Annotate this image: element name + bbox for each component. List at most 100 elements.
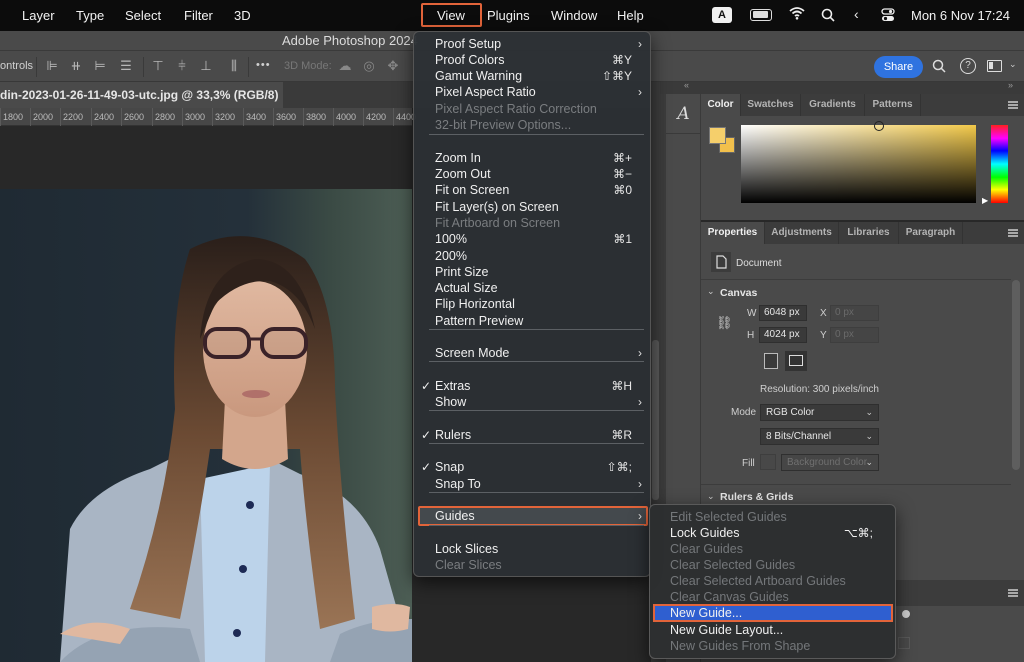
chevron-down-icon[interactable]: ⌄ xyxy=(1009,59,1017,70)
menu-help[interactable]: Help xyxy=(617,0,644,31)
bit-depth-select[interactable]: 8 Bits/Channel ⌄ xyxy=(760,428,879,445)
battery-charging-icon[interactable] xyxy=(750,9,772,21)
view-menu-item-fit-layer-s-on-screen[interactable]: Fit Layer(s) on Screen xyxy=(414,199,652,215)
3d-pan-icon[interactable]: ✥ xyxy=(385,58,401,74)
view-menu-item-extras[interactable]: ✓ Extras ⌘H xyxy=(414,378,652,394)
canvas-scrollbar[interactable] xyxy=(652,340,659,500)
align-left-edges-icon[interactable]: ⊫ xyxy=(44,58,60,74)
tab-patterns[interactable]: Patterns xyxy=(865,94,921,116)
view-menu-item-zoom-out[interactable]: Zoom Out ⌘− xyxy=(414,166,652,182)
view-menu-item-snap-to[interactable]: Snap To › xyxy=(414,476,652,492)
height-input[interactable]: 4024 px xyxy=(759,327,807,343)
align-right-edges-icon[interactable]: ⊨ xyxy=(92,58,108,74)
view-menu-item-lock-slices[interactable]: Lock Slices xyxy=(414,541,652,557)
chevron-down-icon[interactable]: ⌄ xyxy=(707,286,715,297)
3d-orbit-icon[interactable]: ☁ xyxy=(337,58,353,74)
distribute-icon[interactable]: ☰ xyxy=(118,58,134,74)
guides-menu-item-new-guide-layout[interactable]: New Guide Layout... xyxy=(650,622,897,638)
fill-color-swatch[interactable] xyxy=(760,454,776,470)
chevron-down-icon[interactable]: ⌄ xyxy=(707,491,715,502)
share-button[interactable]: Share xyxy=(874,56,923,78)
panel-menu-icon[interactable] xyxy=(1008,101,1018,109)
view-menu-item-guides[interactable]: Guides › xyxy=(414,508,652,524)
menubar-clock[interactable]: Mon 6 Nov 17:24 xyxy=(911,0,1010,31)
view-menu-item-show[interactable]: Show › xyxy=(414,394,652,410)
view-menu-item-proof-colors[interactable]: Proof Colors ⌘Y xyxy=(414,52,652,68)
hue-slider-pointer[interactable]: ▶ xyxy=(982,196,988,205)
align-top-edges-icon[interactable]: ⊤ xyxy=(150,58,166,74)
y-input[interactable]: 0 px xyxy=(830,327,879,343)
tab-adjustments[interactable]: Adjustments xyxy=(765,222,839,244)
panel-menu-icon[interactable] xyxy=(1008,589,1018,597)
tab-gradients[interactable]: Gradients xyxy=(801,94,865,116)
view-menu-item-flip-horizontal[interactable]: Flip Horizontal xyxy=(414,296,652,312)
view-menu-item-proof-setup[interactable]: Proof Setup › xyxy=(414,36,652,52)
help-icon[interactable]: ? xyxy=(960,58,976,74)
view-menu-item-snap[interactable]: ✓ Snap ⇧⌘; xyxy=(414,459,652,475)
view-menu-item-print-size[interactable]: Print Size xyxy=(414,264,652,280)
view-menu-item-pattern-preview[interactable]: Pattern Preview xyxy=(414,313,652,329)
view-menu-item-rulers[interactable]: ✓ Rulers ⌘R xyxy=(414,427,652,443)
chevron-left-icon[interactable]: ‹ xyxy=(854,6,859,22)
menu-filter[interactable]: Filter xyxy=(184,0,213,31)
panel-collapse-bar[interactable]: « » xyxy=(660,80,1024,94)
visibility-dot-icon[interactable] xyxy=(902,610,910,618)
view-menu-item-gamut-warning[interactable]: Gamut Warning ⇧⌘Y xyxy=(414,68,652,84)
x-input[interactable]: 0 px xyxy=(830,305,879,321)
tab-color[interactable]: Color xyxy=(701,94,741,116)
align-horizontal-centers-icon[interactable]: ⧺ xyxy=(68,58,84,74)
foreground-color-swatch[interactable] xyxy=(709,127,726,144)
transform-controls-label[interactable]: ontrols xyxy=(0,60,33,72)
view-menu-item-zoom-in[interactable]: Zoom In ⌘+ xyxy=(414,150,652,166)
align-vertical-centers-icon[interactable]: ⫩ xyxy=(174,58,190,74)
collapse-left-icon[interactable]: « xyxy=(684,80,689,90)
view-menu-item-actual-size[interactable]: Actual Size xyxy=(414,280,652,296)
spotlight-search-icon[interactable] xyxy=(821,8,835,27)
width-input[interactable]: 6048 px xyxy=(759,305,807,321)
menu-view[interactable]: View xyxy=(437,0,465,31)
color-picker-handle[interactable] xyxy=(874,121,884,131)
menu-window[interactable]: Window xyxy=(551,0,597,31)
fill-select[interactable]: Background Color ⌄ xyxy=(781,454,879,471)
menu-plugins[interactable]: Plugins xyxy=(487,0,530,31)
menu-layer[interactable]: Layer xyxy=(22,0,55,31)
align-bottom-edges-icon[interactable]: ⊥ xyxy=(198,58,214,74)
color-field[interactable] xyxy=(741,121,976,203)
document-tab[interactable]: din-2023-01-26-11-49-03-utc.jpg @ 33,3% … xyxy=(0,82,283,108)
view-menu-item-fit-on-screen[interactable]: Fit on Screen ⌘0 xyxy=(414,182,652,198)
search-icon[interactable] xyxy=(932,59,946,78)
collapse-right-icon[interactable]: » xyxy=(1008,80,1013,90)
tab-libraries[interactable]: Libraries xyxy=(839,222,899,244)
horizontal-ruler[interactable]: 1800 2000 2200 2400 2600 2800 3000 3200 … xyxy=(0,108,416,126)
3d-roll-icon[interactable]: ◎ xyxy=(361,58,377,74)
view-menu-item-pixel-aspect-ratio[interactable]: Pixel Aspect Ratio › xyxy=(414,84,652,100)
view-menu-item-200[interactable]: 200% xyxy=(414,248,652,264)
canvas-section-header[interactable]: Canvas xyxy=(720,287,757,299)
tab-properties[interactable]: Properties xyxy=(701,222,765,244)
landscape-orientation-icon[interactable] xyxy=(785,351,807,371)
tab-paragraph[interactable]: Paragraph xyxy=(899,222,963,244)
view-menu-item-100[interactable]: 100% ⌘1 xyxy=(414,231,652,247)
distribute-horizontal-icon[interactable]: ⫼ xyxy=(226,58,242,74)
rulers-grids-section-header[interactable]: Rulers & Grids xyxy=(720,491,794,503)
link-dimensions-icon[interactable]: ⛓ xyxy=(716,315,733,331)
guides-menu-item-lock-guides[interactable]: Lock Guides ⌥⌘; xyxy=(650,525,897,541)
input-source-indicator[interactable]: A xyxy=(712,7,732,23)
menu-3d[interactable]: 3D xyxy=(234,0,251,31)
color-mode-select[interactable]: RGB Color ⌄ xyxy=(760,404,879,421)
portrait-orientation-icon[interactable] xyxy=(764,353,778,369)
panel-menu-icon[interactable] xyxy=(1008,229,1018,237)
wifi-icon[interactable] xyxy=(789,5,805,26)
hue-slider[interactable] xyxy=(991,125,1008,203)
menu-select[interactable]: Select xyxy=(125,0,161,31)
tab-swatches[interactable]: Swatches xyxy=(741,94,801,116)
character-panel-icon[interactable]: A xyxy=(666,94,701,134)
control-center-icon[interactable] xyxy=(881,8,895,27)
menu-type[interactable]: Type xyxy=(76,0,104,31)
view-menu-item-screen-mode[interactable]: Screen Mode › xyxy=(414,345,652,361)
guides-menu-item-new-guide[interactable]: New Guide... xyxy=(653,604,893,622)
workspace-icon[interactable] xyxy=(987,60,1002,72)
more-options-button[interactable]: ••• xyxy=(256,59,271,71)
document-image[interactable] xyxy=(0,189,412,662)
checkbox[interactable] xyxy=(898,637,910,649)
